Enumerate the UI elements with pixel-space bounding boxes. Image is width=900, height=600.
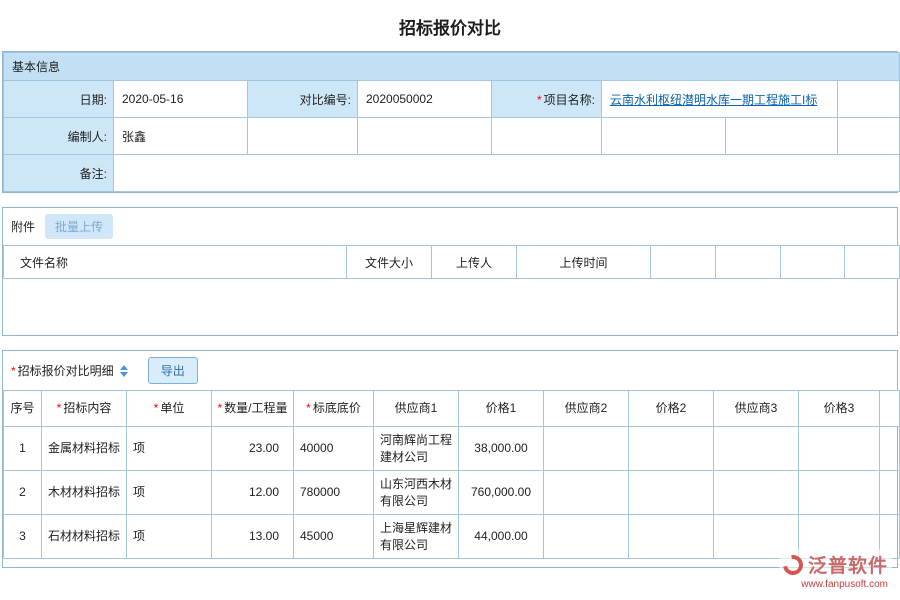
basic-info-table: 基本信息 日期: 2020-05-16 对比编号: 2020050002 *项目… <box>3 52 900 192</box>
cell-price3 <box>799 471 880 515</box>
cell-quantity: 13.00 <box>212 515 294 559</box>
empty-header-cell <box>845 246 900 279</box>
filler-cell <box>880 427 900 471</box>
cell-supplier1: 河南辉尚工程建材公司 <box>374 427 459 471</box>
cell-supplier2 <box>544 427 629 471</box>
footer-brand: 泛普软件 www.fanpusoft.com <box>779 549 892 592</box>
empty-cell <box>492 118 602 155</box>
cell-price3 <box>799 427 880 471</box>
attachments-section: 附件 批量上传 文件名称 文件大小 上传人 上传时间 <box>2 207 898 336</box>
cell-bid-content: 木材材料招标 <box>42 471 127 515</box>
cell-seq: 2 <box>4 471 42 515</box>
col-quantity: *数量/工程量 <box>212 391 294 427</box>
col-supplier2: 供应商2 <box>544 391 629 427</box>
required-mark: * <box>537 93 542 107</box>
cell-unit: 项 <box>127 471 212 515</box>
empty-header-cell <box>651 246 716 279</box>
cell-price1: 38,000.00 <box>459 427 544 471</box>
empty-cell <box>838 118 900 155</box>
col-price3: 价格3 <box>799 391 880 427</box>
batch-upload-button[interactable]: 批量上传 <box>45 214 113 239</box>
export-button[interactable]: 导出 <box>148 357 198 384</box>
page-title: 招标报价对比 <box>0 0 900 51</box>
cell-price2 <box>629 427 714 471</box>
col-base-price: *标底底价 <box>294 391 374 427</box>
remark-label: 备注: <box>4 155 114 192</box>
cell-unit: 项 <box>127 427 212 471</box>
empty-header-cell <box>716 246 781 279</box>
cell-base-price: 780000 <box>294 471 374 515</box>
creator-value: 张鑫 <box>114 118 248 155</box>
cell-supplier2 <box>544 471 629 515</box>
project-name-link[interactable]: 云南水利枢纽潜明水库一期工程施工I标 <box>610 93 817 107</box>
compare-no-value: 2020050002 <box>358 81 492 118</box>
cell-supplier3 <box>714 427 799 471</box>
detail-table: 序号 *招标内容 *单位 *数量/工程量 *标底底价 供应商1 价格1 供应商2… <box>3 390 900 559</box>
col-seq: 序号 <box>4 391 42 427</box>
cell-price1: 44,000.00 <box>459 515 544 559</box>
col-supplier3: 供应商3 <box>714 391 799 427</box>
brand-name: 泛普软件 <box>808 551 888 578</box>
attachments-table: 文件名称 文件大小 上传人 上传时间 <box>3 245 900 279</box>
detail-bottom-strip <box>3 559 897 567</box>
col-price2: 价格2 <box>629 391 714 427</box>
brand-website[interactable]: www.fanpusoft.com <box>783 579 888 590</box>
compare-no-label: 对比编号: <box>248 81 358 118</box>
detail-header-row: 序号 *招标内容 *单位 *数量/工程量 *标底底价 供应商1 价格1 供应商2… <box>4 391 900 427</box>
col-file-size: 文件大小 <box>347 246 432 279</box>
filler-header-cell <box>880 391 900 427</box>
attachments-empty-area <box>3 279 897 335</box>
cell-price2 <box>629 515 714 559</box>
col-price1: 价格1 <box>459 391 544 427</box>
detail-section-title: 招标报价对比明细 <box>18 362 114 379</box>
cell-price1: 760,000.00 <box>459 471 544 515</box>
empty-cell <box>248 118 358 155</box>
cell-seq: 3 <box>4 515 42 559</box>
project-name-cell: 云南水利枢纽潜明水库一期工程施工I标 <box>602 81 838 118</box>
cell-supplier1: 上海星辉建材有限公司 <box>374 515 459 559</box>
col-supplier1: 供应商1 <box>374 391 459 427</box>
cell-seq: 1 <box>4 427 42 471</box>
cell-supplier2 <box>544 515 629 559</box>
attachments-section-title: 附件 <box>11 218 35 235</box>
cell-price2 <box>629 471 714 515</box>
date-label: 日期: <box>4 81 114 118</box>
date-value: 2020-05-16 <box>114 81 248 118</box>
cell-bid-content: 石材材料招标 <box>42 515 127 559</box>
cell-quantity: 23.00 <box>212 427 294 471</box>
filler-cell <box>880 471 900 515</box>
table-row: 2 木材材料招标 项 12.00 780000 山东河西木材有限公司 760,0… <box>4 471 900 515</box>
cell-supplier3 <box>714 471 799 515</box>
fanpu-logo-icon <box>779 551 807 579</box>
cell-quantity: 12.00 <box>212 471 294 515</box>
detail-toolbar: * 招标报价对比明细 导出 <box>3 351 897 390</box>
attachments-toolbar: 附件 批量上传 <box>3 208 897 245</box>
table-row: 1 金属材料招标 项 23.00 40000 河南辉尚工程建材公司 38,000… <box>4 427 900 471</box>
empty-cell <box>602 118 726 155</box>
cell-base-price: 45000 <box>294 515 374 559</box>
sort-icon[interactable] <box>120 365 128 377</box>
basic-info-section-title: 基本信息 <box>4 53 900 81</box>
creator-label: 编制人: <box>4 118 114 155</box>
remark-value <box>114 155 900 192</box>
basic-info-section: 基本信息 日期: 2020-05-16 对比编号: 2020050002 *项目… <box>2 51 898 193</box>
cell-base-price: 40000 <box>294 427 374 471</box>
attachments-header-row: 文件名称 文件大小 上传人 上传时间 <box>4 246 900 279</box>
cell-supplier1: 山东河西木材有限公司 <box>374 471 459 515</box>
detail-section: * 招标报价对比明细 导出 序号 *招标内容 *单位 *数量/工程量 *标底底价… <box>2 350 898 568</box>
project-name-label: *项目名称: <box>492 81 602 118</box>
col-file-name: 文件名称 <box>4 246 347 279</box>
empty-cell <box>838 81 900 118</box>
col-unit: *单位 <box>127 391 212 427</box>
col-bid-content: *招标内容 <box>42 391 127 427</box>
empty-cell <box>358 118 492 155</box>
empty-cell <box>726 118 838 155</box>
col-uploader: 上传人 <box>432 246 517 279</box>
required-mark: * <box>11 364 16 378</box>
empty-header-cell <box>781 246 845 279</box>
cell-unit: 项 <box>127 515 212 559</box>
cell-bid-content: 金属材料招标 <box>42 427 127 471</box>
col-upload-time: 上传时间 <box>517 246 651 279</box>
table-row: 3 石材材料招标 项 13.00 45000 上海星辉建材有限公司 44,000… <box>4 515 900 559</box>
